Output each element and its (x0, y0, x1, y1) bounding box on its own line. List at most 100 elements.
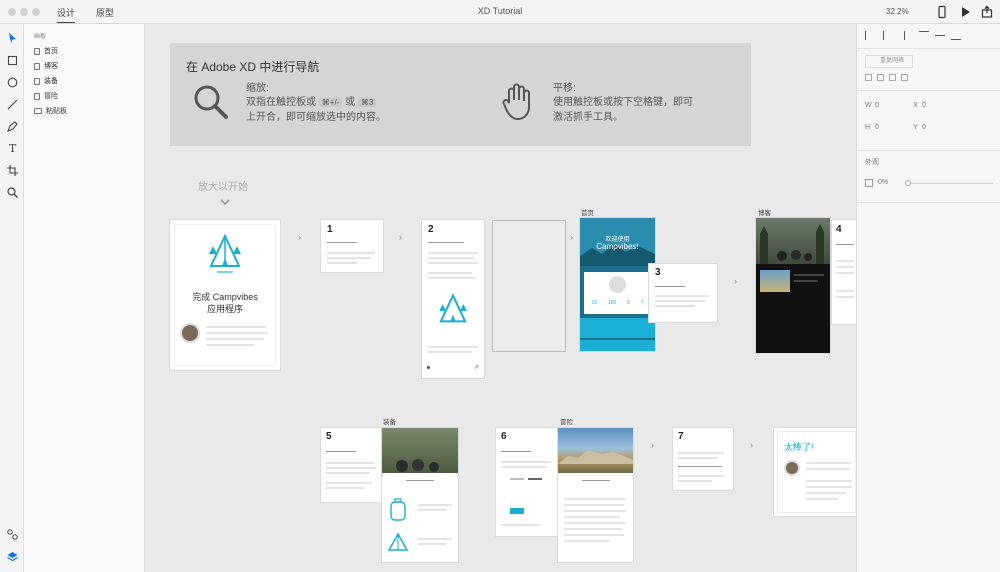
zoom-text: 双指在触控板或 (246, 97, 316, 108)
author-avatar (784, 460, 800, 476)
artboard-step-1[interactable]: 1 (321, 220, 383, 272)
layer-item-pasteboard[interactable]: 粘贴板 (34, 106, 67, 116)
pan-instruction-line2: 激活抓手工具。 (553, 112, 623, 123)
layer-item-adventure[interactable]: 冒险 (34, 91, 58, 101)
stat-value: 160 (607, 300, 617, 306)
flow-arrow: › (570, 232, 573, 242)
layers-icon[interactable] (6, 550, 19, 563)
layer-item-home[interactable]: 首页 (34, 46, 58, 56)
layer-label: 首页 (44, 48, 58, 55)
artboard-gear[interactable] (382, 428, 458, 562)
step-number: 3 (655, 267, 661, 278)
artboard-adventure[interactable] (558, 428, 633, 562)
step-number: 2 (428, 224, 434, 235)
artboard-layer-icon (34, 77, 40, 85)
xd-window: 设计 原型 XD Tutorial 32.2% T 画板 首页 博客 装备 冒险… (0, 0, 1000, 572)
share-icon[interactable] (980, 5, 994, 19)
artboard-placeholder[interactable] (492, 220, 566, 352)
select-icon[interactable] (6, 32, 19, 45)
exclude-icon[interactable] (901, 74, 908, 81)
artboard-step-5[interactable]: 5 (321, 428, 381, 502)
zoom-to-start-label: 放大以开始 (198, 182, 248, 193)
artboard-label-blog: 博客 (758, 210, 771, 217)
zoom-heading: 缩放: (246, 83, 269, 94)
chevron-down-icon (220, 194, 230, 212)
artboard-label-home: 首页 (581, 210, 594, 217)
layer-label: 冒险 (44, 93, 58, 100)
align-bottom-icon[interactable] (951, 31, 961, 40)
artboard-step-4[interactable]: 4 (832, 220, 856, 324)
campvibes-logo-icon (203, 232, 247, 281)
pen-icon[interactable] (6, 120, 19, 133)
artboard-step-7[interactable]: 7 (673, 428, 733, 490)
x-field[interactable]: 0 (922, 102, 926, 109)
tent-icon (387, 532, 409, 557)
artboard-blog[interactable] (756, 218, 830, 353)
final-title: 太棒了! (784, 442, 814, 452)
rectangle-icon[interactable] (6, 54, 19, 67)
layer-label: 博客 (44, 63, 58, 70)
align-left-icon[interactable] (865, 31, 873, 40)
document-title: XD Tutorial (477, 6, 523, 16)
appearance-heading: 外观 (865, 159, 879, 166)
layer-label: 粘贴板 (46, 108, 67, 115)
zoom-instruction-line2: 上开合，即可缩放选中的内容。 (246, 112, 386, 123)
play-icon[interactable] (958, 5, 972, 19)
navigation-banner: 在 Adobe XD 中进行导航 缩放: 双指在触控板或 ⌘+/- 或 ⌘3 上… (170, 43, 751, 146)
w-field[interactable]: 0 (875, 102, 879, 109)
artboard-step-2[interactable]: 2 ↗ (422, 220, 484, 378)
chevron-right-icon: ↗ (474, 365, 480, 371)
flow-arrow: › (298, 232, 301, 242)
ellipse-icon[interactable] (6, 76, 19, 89)
hand-icon (500, 81, 536, 126)
zoom-icon[interactable] (6, 186, 19, 199)
align-middle-icon[interactable] (935, 35, 945, 44)
step-number: 6 (501, 431, 507, 442)
subtract-icon[interactable] (877, 74, 884, 81)
align-right-icon[interactable] (897, 31, 905, 40)
campvibes-logo-icon (434, 292, 472, 335)
fit-shortcut-key: ⌘3 (357, 98, 377, 107)
step-number: 5 (326, 431, 332, 442)
artboard-final[interactable]: 太棒了! (774, 428, 856, 516)
pan-instruction-line1: 使用触控板或按下空格键，即可 (553, 97, 693, 108)
h-field[interactable]: 0 (875, 124, 879, 131)
cover-title-line2: 应用程序 (206, 304, 243, 314)
y-label: Y (913, 124, 918, 131)
assets-icon[interactable] (6, 528, 19, 541)
zoom-shortcut-key: ⌘+/- (318, 98, 343, 107)
artboard-label-gear: 装备 (383, 419, 396, 426)
align-top-icon[interactable] (919, 31, 929, 40)
repeat-grid-button[interactable]: 重复网格 (865, 55, 913, 68)
stat-value: 16 (591, 300, 597, 306)
artboard-cover[interactable]: 完成 Campvibes 应用程序 (170, 220, 280, 370)
author-avatar (180, 323, 200, 343)
layers-panel: 画板 首页 博客 装备 冒险 粘贴板 (24, 24, 145, 572)
zoom-level[interactable]: 32.2% (886, 7, 909, 16)
artboard-home[interactable]: 欢迎使用 Campvibes! 16 160 5 7 (580, 218, 655, 351)
artboard-icon[interactable] (6, 164, 19, 177)
opacity-slider-handle[interactable] (905, 180, 911, 186)
repeat-grid-label: 重复网格 (880, 58, 905, 64)
banner-title: 在 Adobe XD 中进行导航 (186, 60, 320, 74)
stat-value: 7 (640, 300, 644, 306)
opacity-slider[interactable] (907, 183, 993, 184)
line-icon[interactable] (6, 98, 19, 111)
y-field[interactable]: 0 (922, 124, 926, 131)
step-number: 7 (678, 431, 684, 442)
title-bar: 设计 原型 XD Tutorial 32.2% (0, 0, 1000, 24)
union-icon[interactable] (865, 74, 872, 81)
opacity-value[interactable]: 0% (878, 179, 888, 186)
step-number: 1 (327, 224, 333, 235)
design-canvas[interactable]: 在 Adobe XD 中进行导航 缩放: 双指在触控板或 ⌘+/- 或 ⌘3 上… (146, 24, 856, 572)
intersect-icon[interactable] (889, 74, 896, 81)
tool-bar: T (0, 24, 24, 572)
text-icon[interactable]: T (6, 142, 19, 155)
device-preview-icon[interactable] (935, 5, 949, 19)
align-center-icon[interactable] (883, 31, 891, 40)
layer-item-gear[interactable]: 装备 (34, 76, 58, 86)
artboard-step-3[interactable]: 3 (649, 264, 717, 322)
layer-item-blog[interactable]: 博客 (34, 61, 58, 71)
artboard-step-6[interactable]: 6 (496, 428, 558, 536)
artboard-layer-icon (34, 92, 40, 100)
